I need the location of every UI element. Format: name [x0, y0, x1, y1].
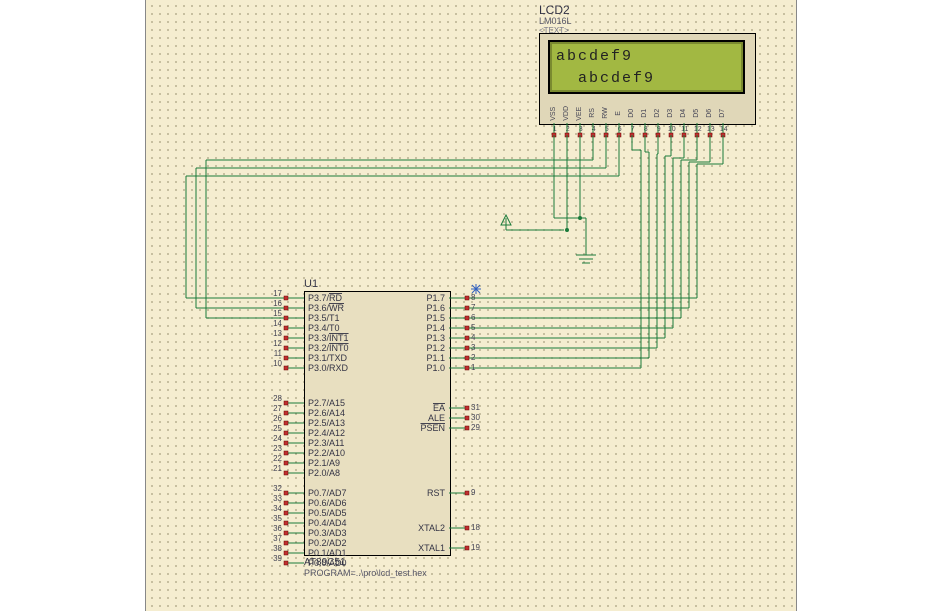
svg-text:23: 23 — [273, 444, 282, 453]
svg-text:16: 16 — [273, 299, 282, 308]
svg-text:P2.3/A11: P2.3/A11 — [308, 438, 344, 448]
svg-text:13: 13 — [273, 329, 282, 338]
svg-text:P0.3/AD3: P0.3/AD3 — [308, 528, 347, 538]
svg-text:XTAL1: XTAL1 — [418, 543, 445, 553]
svg-text:P2.4/A12: P2.4/A12 — [308, 428, 345, 438]
svg-text:37: 37 — [273, 534, 282, 543]
svg-text:ALE: ALE — [428, 413, 445, 423]
svg-text:27: 27 — [273, 404, 282, 413]
svg-text:P2.0/A8: P2.0/A8 — [308, 468, 340, 478]
svg-text:24: 24 — [273, 434, 282, 443]
svg-text:P0.5/AD5: P0.5/AD5 — [308, 508, 347, 518]
svg-text:P1.2: P1.2 — [426, 343, 445, 353]
svg-text:PSEN: PSEN — [420, 423, 445, 433]
svg-text:P3.6/WR: P3.6/WR — [308, 303, 345, 313]
svg-text:1: 1 — [471, 363, 476, 372]
svg-text:9: 9 — [471, 488, 476, 497]
svg-text:P3.2/INT0: P3.2/INT0 — [308, 343, 349, 353]
svg-text:33: 33 — [273, 494, 282, 503]
svg-text:P1.6: P1.6 — [426, 303, 445, 313]
svg-text:3: 3 — [471, 343, 476, 352]
svg-text:7: 7 — [471, 303, 476, 312]
svg-text:P3.1/TXD: P3.1/TXD — [308, 353, 348, 363]
svg-text:36: 36 — [273, 524, 282, 533]
svg-text:P0.2/AD2: P0.2/AD2 — [308, 538, 347, 548]
svg-text:32: 32 — [273, 484, 282, 493]
svg-text:29: 29 — [471, 423, 480, 432]
ground-symbol — [576, 218, 596, 263]
svg-text:30: 30 — [471, 413, 480, 422]
svg-text:P3.4/T0: P3.4/T0 — [308, 323, 340, 333]
svg-text:P1.0: P1.0 — [426, 363, 445, 373]
svg-text:P1.4: P1.4 — [426, 323, 445, 333]
svg-text:RST: RST — [427, 488, 446, 498]
svg-text:P0.7/AD7: P0.7/AD7 — [308, 488, 347, 498]
schematic-canvas[interactable]: LCD2 LM016L <TEXT> abcdef9 abcdef9 VSSVD… — [145, 0, 797, 611]
svg-text:P0.0/AD0: P0.0/AD0 — [308, 558, 347, 568]
svg-text:P1.5: P1.5 — [426, 313, 445, 323]
svg-text:18: 18 — [471, 523, 480, 532]
power-arrow — [501, 215, 564, 230]
svg-text:12: 12 — [273, 339, 282, 348]
svg-text:35: 35 — [273, 514, 282, 523]
wiring-layer: 17P3.7/RD16P3.6/WR15P3.5/T114P3.4/T013P3… — [146, 0, 796, 611]
svg-text:38: 38 — [273, 544, 282, 553]
svg-text:P3.7/RD: P3.7/RD — [308, 293, 343, 303]
svg-text:19: 19 — [471, 543, 480, 552]
svg-text:17: 17 — [273, 289, 282, 298]
svg-text:5: 5 — [471, 323, 476, 332]
svg-text:P2.5/A13: P2.5/A13 — [308, 418, 345, 428]
svg-text:15: 15 — [273, 309, 282, 318]
svg-text:P3.3/INT1: P3.3/INT1 — [308, 333, 349, 343]
schematic-viewport: LCD2 LM016L <TEXT> abcdef9 abcdef9 VSSVD… — [0, 0, 941, 611]
svg-text:22: 22 — [273, 454, 282, 463]
svg-text:31: 31 — [471, 403, 480, 412]
svg-text:11: 11 — [274, 349, 283, 358]
svg-text:2: 2 — [471, 353, 476, 362]
svg-text:8: 8 — [471, 293, 476, 302]
svg-text:26: 26 — [273, 414, 282, 423]
svg-text:P2.1/A9: P2.1/A9 — [308, 458, 340, 468]
svg-text:P2.6/A14: P2.6/A14 — [308, 408, 345, 418]
svg-text:P2.7/A15: P2.7/A15 — [308, 398, 345, 408]
svg-text:P0.6/AD6: P0.6/AD6 — [308, 498, 347, 508]
svg-text:10: 10 — [273, 359, 282, 368]
svg-text:EA: EA — [433, 403, 445, 413]
svg-text:34: 34 — [273, 504, 282, 513]
svg-text:XTAL2: XTAL2 — [418, 523, 445, 533]
svg-text:P1.1: P1.1 — [426, 353, 445, 363]
svg-text:39: 39 — [273, 554, 282, 563]
svg-text:P3.5/T1: P3.5/T1 — [308, 313, 340, 323]
svg-text:P1.3: P1.3 — [426, 333, 445, 343]
svg-text:4: 4 — [471, 333, 476, 342]
svg-text:6: 6 — [471, 313, 476, 322]
svg-text:P0.4/AD4: P0.4/AD4 — [308, 518, 347, 528]
svg-text:21: 21 — [273, 464, 282, 473]
svg-text:P1.7: P1.7 — [426, 293, 445, 303]
svg-text:28: 28 — [273, 394, 282, 403]
svg-text:14: 14 — [273, 319, 282, 328]
svg-text:P3.0/RXD: P3.0/RXD — [308, 363, 349, 373]
svg-text:25: 25 — [273, 424, 282, 433]
svg-text:P0.1/AD1: P0.1/AD1 — [308, 548, 347, 558]
svg-text:P2.2/A10: P2.2/A10 — [308, 448, 345, 458]
